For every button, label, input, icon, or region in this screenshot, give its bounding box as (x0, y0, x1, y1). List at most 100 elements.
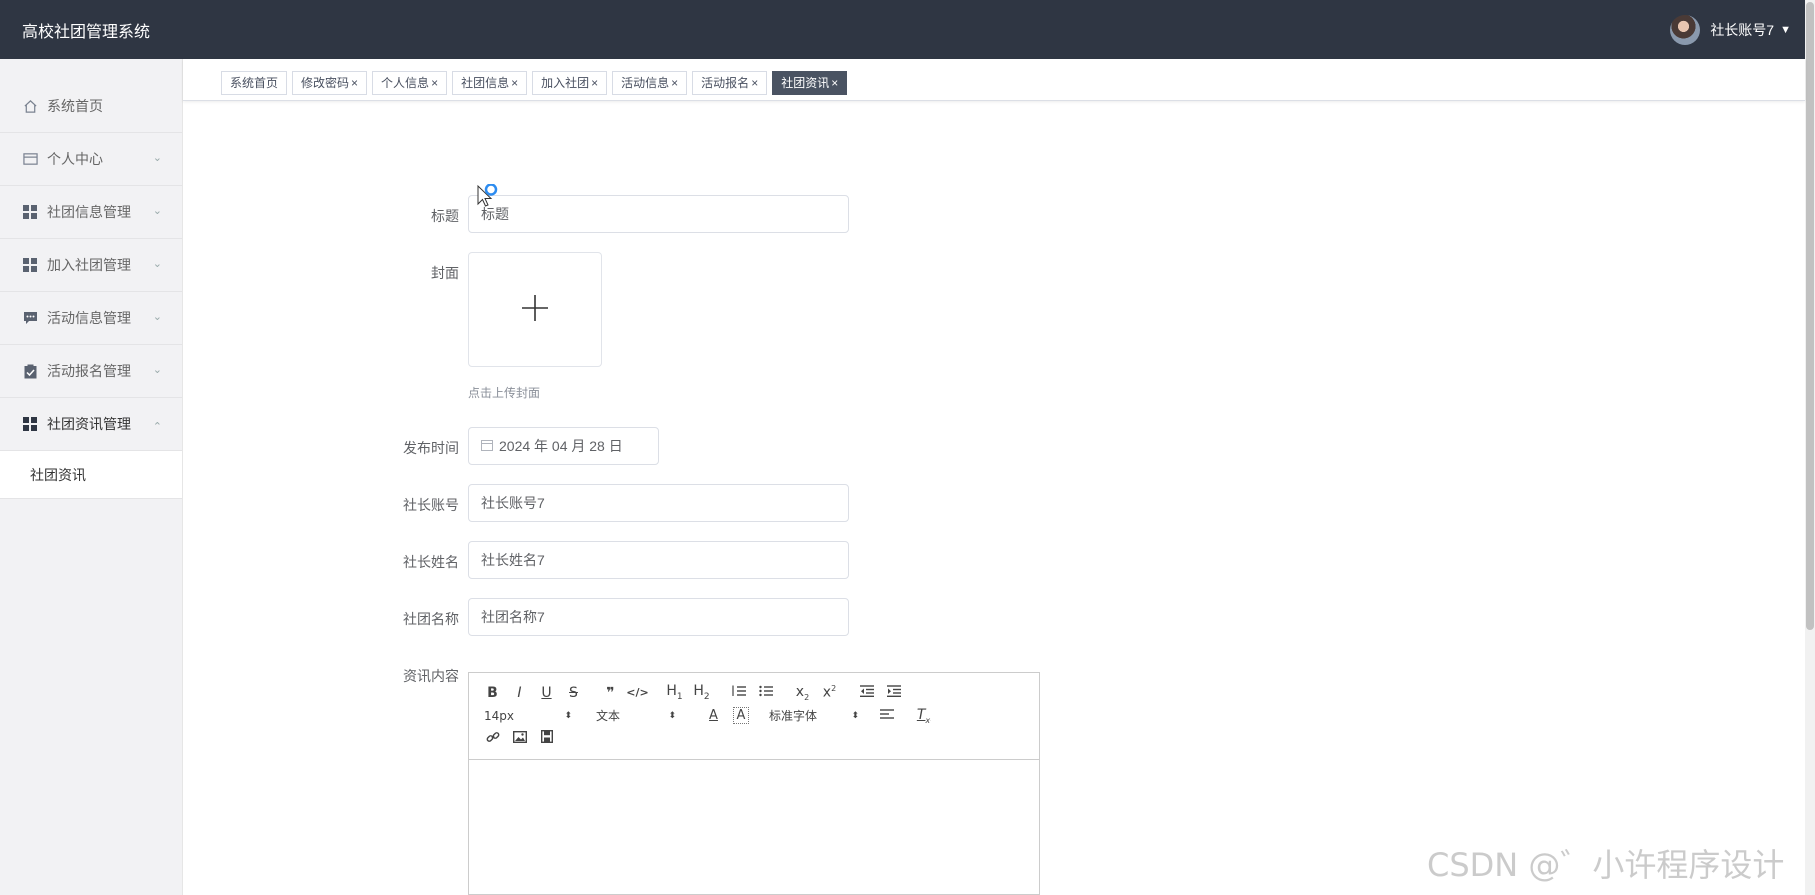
tab-label: 加入社团 (541, 76, 590, 90)
sidebar-item-activity-signup[interactable]: 活动报名管理 ⌄ (0, 345, 182, 398)
code-block-icon[interactable]: </> (624, 686, 651, 699)
select-arrow-icon: ⬍ (564, 710, 572, 721)
font-family-select[interactable]: 标准字体 ⬍ (769, 707, 859, 724)
font-size-value: 14px (484, 708, 514, 723)
leader-account-value: 社长账号7 (481, 495, 545, 511)
tab-label: 系统首页 (230, 76, 279, 90)
caret-down-icon[interactable]: ▼ (1780, 24, 1791, 36)
chevron-down-icon: ⌄ (152, 311, 162, 323)
cover-upload[interactable] (468, 252, 602, 367)
heading-1-icon[interactable]: H1 (661, 683, 688, 702)
chevron-down-icon: ⌄ (152, 152, 162, 164)
top-header: 高校社团管理系统 社长账号7 ▼ (0, 0, 1805, 59)
tab-personal-info[interactable]: 个人信息 × (372, 71, 448, 95)
sidebar-item-personal-center[interactable]: 个人中心 ⌄ (0, 133, 182, 186)
sidebar-item-club-news[interactable]: 社团资讯管理 ⌃ (0, 398, 182, 451)
tab-label: 活动报名 (701, 76, 750, 90)
leader-name-label: 社长姓名 (403, 554, 459, 570)
tab-change-password[interactable]: 修改密码 × (292, 71, 368, 95)
chat-icon (22, 310, 38, 326)
app-title: 高校社团管理系统 (22, 23, 151, 41)
plus-icon (521, 294, 549, 325)
close-icon[interactable]: × (431, 72, 438, 94)
clear-format-icon[interactable]: Tx (910, 707, 937, 725)
heading-2-icon[interactable]: H2 (688, 683, 715, 702)
tab-label: 社团资讯 (781, 76, 830, 90)
bullet-list-icon[interactable] (752, 685, 779, 701)
italic-icon[interactable]: I (506, 685, 533, 701)
tab-club-info[interactable]: 社团信息 × (452, 71, 528, 95)
watermark: CSDN @゛小许程序设计 (1427, 846, 1785, 884)
align-icon[interactable] (873, 708, 900, 724)
home-icon (22, 98, 38, 114)
id-card-icon (22, 151, 38, 167)
close-icon[interactable]: × (671, 72, 678, 94)
font-color-icon[interactable]: A (700, 708, 727, 723)
subscript-icon[interactable]: x2 (789, 684, 816, 702)
leader-name-input[interactable]: 社长姓名7 (468, 541, 849, 579)
close-icon[interactable]: × (511, 72, 518, 94)
blockquote-icon[interactable]: ❞ (597, 685, 624, 701)
sidebar-item-home[interactable]: 系统首页 (0, 80, 182, 133)
calendar-icon (481, 438, 493, 454)
close-icon[interactable]: × (831, 72, 838, 94)
sidebar-item-label: 社团资讯管理 (47, 416, 131, 432)
rich-text-editor: B I U S ❞ </> H1 H2 x2 x2 14px ⬍ 文本 ⬍ A … (468, 672, 1040, 895)
leader-name-value: 社长姓名7 (481, 552, 545, 568)
sidebar-item-label: 活动信息管理 (47, 310, 131, 326)
grid-icon (22, 416, 38, 432)
cover-label: 封面 (431, 265, 459, 281)
chevron-down-icon: ⌄ (152, 258, 162, 270)
mouse-cursor-icon (476, 183, 498, 215)
tab-label: 社团信息 (461, 76, 510, 90)
editor-toolbar: B I U S ❞ </> H1 H2 x2 x2 14px ⬍ 文本 ⬍ A … (469, 673, 1039, 760)
grid-icon (22, 257, 38, 273)
sidebar-item-label: 系统首页 (47, 98, 103, 114)
user-menu[interactable]: 社长账号7 ▼ (1670, 14, 1791, 45)
indent-icon[interactable] (880, 684, 907, 701)
page-scrollbar[interactable] (1805, 0, 1815, 895)
publish-time-picker[interactable]: 2024 年 04 月 28 日 (468, 427, 659, 465)
image-icon[interactable] (506, 730, 533, 747)
club-name-input[interactable]: 社团名称7 (468, 598, 849, 636)
club-name-value: 社团名称7 (481, 609, 545, 625)
chevron-down-icon: ⌄ (152, 205, 162, 217)
video-icon[interactable] (533, 729, 560, 747)
title-label: 标题 (431, 208, 459, 224)
tab-activity-signup[interactable]: 活动报名 × (692, 71, 768, 95)
sidebar-item-activity-info[interactable]: 活动信息管理 ⌄ (0, 292, 182, 345)
font-size-select[interactable]: 14px ⬍ (484, 709, 572, 723)
sidebar-item-label: 个人中心 (47, 151, 103, 167)
sidebar-subitem-club-news[interactable]: 社团资讯 (0, 451, 182, 499)
close-icon[interactable]: × (591, 72, 598, 94)
strikethrough-icon[interactable]: S (560, 685, 587, 701)
link-icon[interactable] (479, 730, 506, 748)
sidebar-subitem-label: 社团资讯 (30, 466, 86, 483)
sidebar-item-club-info[interactable]: 社团信息管理 ⌄ (0, 186, 182, 239)
tab-label: 修改密码 (301, 76, 350, 90)
tab-activity-info[interactable]: 活动信息 × (612, 71, 688, 95)
underline-icon[interactable]: U (533, 685, 560, 701)
leader-account-label: 社长账号 (403, 497, 459, 513)
background-color-icon[interactable]: A (733, 707, 749, 724)
leader-account-input[interactable]: 社长账号7 (468, 484, 849, 522)
sidebar-item-label: 社团信息管理 (47, 204, 131, 220)
avatar[interactable] (1670, 14, 1701, 45)
title-input[interactable]: 标题 (468, 195, 849, 233)
tab-home[interactable]: 系统首页 (221, 71, 288, 95)
outdent-icon[interactable] (853, 684, 880, 701)
user-name[interactable]: 社长账号7 (1710, 20, 1774, 40)
scrollbar-thumb[interactable] (1806, 2, 1814, 630)
sidebar-item-label: 加入社团管理 (47, 257, 131, 273)
tab-join-club[interactable]: 加入社团 × (532, 71, 608, 95)
close-icon[interactable]: × (751, 72, 758, 94)
ordered-list-icon[interactable] (725, 685, 752, 701)
close-icon[interactable]: × (351, 72, 358, 94)
tab-label: 活动信息 (621, 76, 670, 90)
sidebar-item-join-club[interactable]: 加入社团管理 ⌄ (0, 239, 182, 292)
superscript-icon[interactable]: x2 (816, 684, 843, 701)
editor-content-area[interactable] (469, 760, 1039, 895)
tab-club-news[interactable]: 社团资讯 × (772, 71, 848, 95)
header-select[interactable]: 文本 ⬍ (596, 707, 676, 724)
bold-icon[interactable]: B (479, 685, 506, 701)
